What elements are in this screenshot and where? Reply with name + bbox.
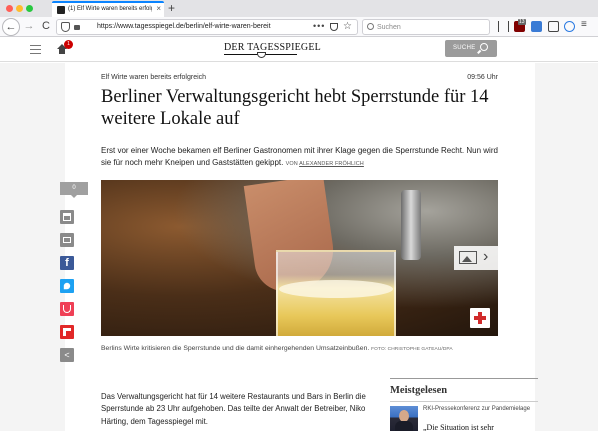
tracking-protection-shield-icon[interactable] [61,22,70,32]
site-search-label: SUCHE [453,45,476,51]
back-button[interactable]: ← [2,18,20,36]
meistgelesen-divider [390,401,538,402]
new-tab-button[interactable]: + [168,0,175,16]
meistgelesen-item-headline[interactable]: „Die Situation ist sehr [423,423,538,431]
beer-foam [279,280,393,298]
chevron-right-icon: › [483,248,489,265]
save-to-pocket-icon[interactable] [330,23,338,31]
image-caption: Berlins Wirte kritisieren die Sperrstund… [101,344,501,354]
print-button[interactable] [60,210,74,224]
library-icon[interactable] [498,21,509,32]
site-menu-icon[interactable] [30,45,41,54]
magnifier-icon [480,43,488,51]
comment-count-button[interactable]: 0 [60,182,88,198]
notification-badge[interactable]: 1 [64,40,73,49]
image-enlarge-plus-icon[interactable] [470,308,490,328]
site-header: 1 DER TAGESSPIEGEL SUCHE [0,38,598,62]
browser-search-field[interactable]: Suchen [362,19,490,35]
article-kicker: Elf Wirte waren bereits erfolgreich [101,74,207,81]
window-zoom-button[interactable] [26,5,33,12]
forward-button[interactable]: → [20,18,38,36]
window-minimize-button[interactable] [16,5,23,12]
ublock-badge: 13 [518,19,526,25]
url-text[interactable]: https://www.tagesspiegel.de/berlin/elf-w… [97,22,297,32]
author-prefix: VON [285,160,298,167]
screenshot-icon[interactable] [548,21,559,32]
email-share-button[interactable] [60,233,74,247]
gallery-button[interactable]: › [454,246,498,270]
facebook-share-button[interactable]: f [60,256,74,270]
twitter-share-button[interactable] [60,279,74,293]
caption-text: Berlins Wirte kritisieren die Sperrstund… [101,345,370,352]
extension-icon[interactable] [531,21,542,32]
meistgelesen-heading: Meistgelesen [390,385,448,396]
tab-title: (1) Elf Wirte waren bereits erfolgreich [68,6,152,12]
article-hero-image[interactable]: › [101,180,498,336]
tab-close-icon[interactable]: × [156,4,161,14]
meistgelesen-item-kicker[interactable]: RKI-Pressekonferenz zur Pandemielage [423,406,538,414]
search-placeholder: Suchen [377,24,401,31]
meistgelesen-top-rule [390,378,538,379]
twitter-bird-icon [63,282,71,290]
printer-icon [63,213,71,221]
page-actions-menu-button[interactable]: ••• [313,20,325,32]
search-icon [367,23,374,30]
bookmark-star-icon[interactable]: ☆ [343,20,352,33]
pocket-share-button[interactable] [60,302,74,316]
pocket-icon [63,305,71,313]
article-body-paragraph: Das Verwaltungsgericht hat für 14 weiter… [101,392,366,426]
hamburger-menu-icon[interactable]: ≡ [581,20,591,30]
thumbnail-suit [395,421,413,431]
logo-seal-icon [257,52,266,58]
beer-tap [401,190,421,260]
browser-tab-active[interactable]: (1) Elf Wirte waren bereits erfolgreich … [52,1,164,17]
article-headline: Berliner Verwaltungsgericht hebt Sperrst… [101,87,489,129]
browser-tab-bar: (1) Elf Wirte waren bereits erfolgreich … [0,0,598,17]
browser-toolbar: ← → C https://www.tagesspiegel.de/berlin… [0,17,598,37]
tagesspiegel-favicon-icon [57,6,65,14]
author-byline: VON ALEXANDER FRÖHLICH [286,161,364,167]
article-time: 09:56 Uhr [467,74,498,81]
author-link[interactable]: ALEXANDER FRÖHLICH [299,161,364,167]
window-close-button[interactable] [6,5,13,12]
left-page-margin [0,63,65,431]
account-sync-icon[interactable] [564,21,575,32]
secure-lock-icon[interactable] [74,25,80,30]
gallery-image-icon [459,251,477,264]
article-teaser: Erst vor einer Woche bekamen elf Berline… [101,145,506,170]
flipboard-share-button[interactable] [60,325,74,339]
envelope-icon [63,237,71,243]
right-page-margin [535,63,598,431]
reload-button[interactable]: C [37,18,55,36]
site-search-button[interactable]: SUCHE [445,40,497,57]
address-bar[interactable]: https://www.tagesspiegel.de/berlin/elf-w… [56,19,358,35]
more-share-button[interactable]: < [60,348,74,362]
meistgelesen-thumbnail[interactable] [390,406,418,431]
flipboard-icon [63,328,71,336]
image-credit: FOTO: CHRISTOPHE GATEAU/DPA [371,347,453,352]
